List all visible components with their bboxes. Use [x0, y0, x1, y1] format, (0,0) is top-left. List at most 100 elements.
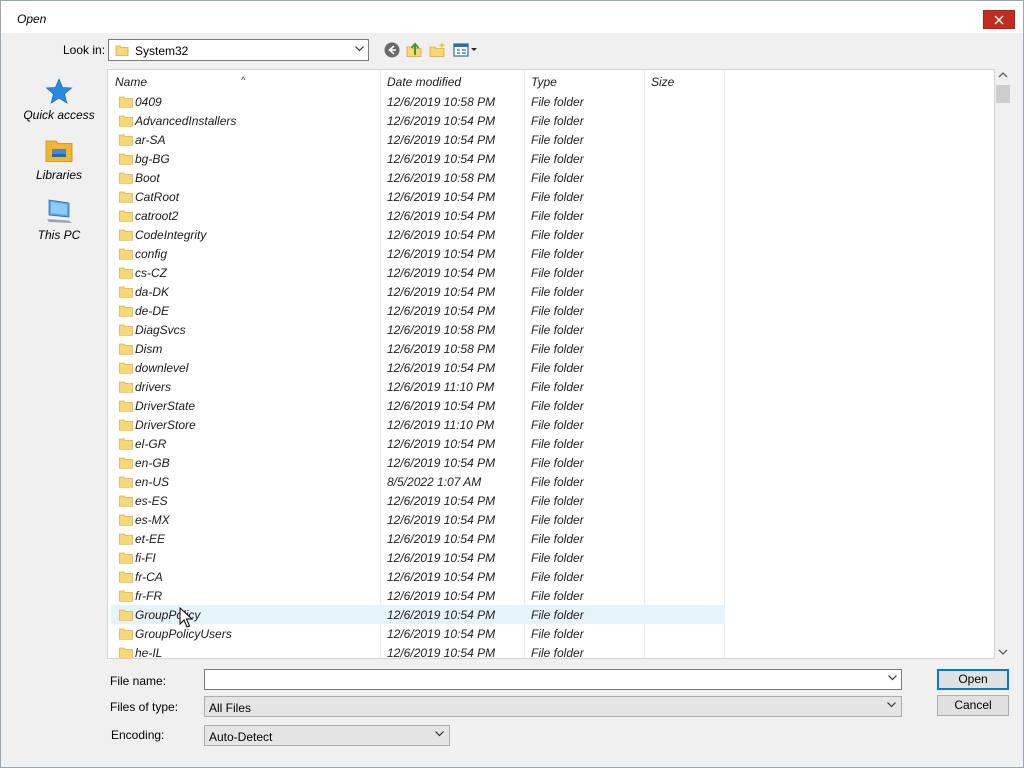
file-row[interactable]: fr-FR 12/6/2019 10:54 PM File folder	[111, 586, 725, 605]
place-this-pc[interactable]: This PC	[16, 197, 102, 242]
file-row[interactable]: DiagSvcs 12/6/2019 10:58 PM File folder	[111, 320, 725, 339]
cancel-button[interactable]: Cancel	[937, 695, 1009, 716]
scroll-up-icon[interactable]	[998, 71, 1008, 79]
file-row[interactable]: CatRoot 12/6/2019 10:54 PM File folder	[111, 187, 725, 206]
file-row[interactable]: downlevel 12/6/2019 10:54 PM File folder	[111, 358, 725, 377]
folder-icon	[119, 96, 133, 108]
file-name: cs-CZ	[135, 266, 167, 280]
file-row[interactable]: GroupPolicy 12/6/2019 10:54 PM File folder	[111, 605, 725, 624]
file-row[interactable]: he-IL 12/6/2019 10:54 PM File folder	[111, 643, 725, 659]
file-date-modified: 12/6/2019 10:54 PM	[387, 627, 496, 641]
file-date-modified: 12/6/2019 11:10 PM	[387, 380, 495, 394]
folder-icon	[119, 191, 133, 203]
file-name: es-MX	[135, 513, 170, 527]
file-type: File folder	[531, 532, 584, 546]
file-name: fr-FR	[135, 589, 163, 603]
file-row[interactable]: 0409 12/6/2019 10:58 PM File folder	[111, 92, 725, 111]
file-row[interactable]: AdvancedInstallers 12/6/2019 10:54 PM File…	[111, 111, 725, 130]
place-libraries[interactable]: Libraries	[16, 137, 102, 182]
column-name[interactable]: Name	[115, 75, 147, 89]
file-row[interactable]: fr-CA 12/6/2019 10:54 PM File folder	[111, 567, 725, 586]
file-row[interactable]: DriverState 12/6/2019 10:54 PM File folder	[111, 396, 725, 415]
open-dialog: Open Look in: System32 Quick access Libr…	[0, 0, 1024, 768]
file-type: File folder	[531, 95, 584, 109]
scroll-down-icon[interactable]	[998, 648, 1008, 656]
file-row[interactable]: en-US 8/5/2022 1:07 AM File folder	[111, 472, 725, 491]
file-row[interactable]: et-EE 12/6/2019 10:54 PM File folder	[111, 529, 725, 548]
vertical-scrollbar[interactable]	[995, 69, 1012, 659]
new-folder-icon[interactable]	[429, 41, 447, 59]
chevron-down-icon[interactable]	[888, 675, 897, 681]
close-icon	[994, 14, 1004, 25]
back-icon[interactable]	[383, 41, 401, 59]
file-row[interactable]: config 12/6/2019 10:54 PM File folder	[111, 244, 725, 263]
file-type: File folder	[531, 285, 584, 299]
place-quick-access[interactable]: Quick access	[16, 77, 102, 122]
file-name: el-GR	[135, 437, 167, 451]
encoding-select[interactable]: Auto-Detect	[204, 725, 450, 746]
look-in-combobox[interactable]: System32	[108, 39, 369, 61]
close-button[interactable]	[983, 10, 1015, 29]
file-list[interactable]: ^ Name Date modified Type Size 0409 12/6/…	[107, 69, 995, 659]
file-row[interactable]: en-GB 12/6/2019 10:54 PM File folder	[111, 453, 725, 472]
file-date-modified: 12/6/2019 10:54 PM	[387, 114, 496, 128]
file-date-modified: 12/6/2019 10:54 PM	[387, 532, 496, 546]
file-row[interactable]: es-ES 12/6/2019 10:54 PM File folder	[111, 491, 725, 510]
folder-icon	[119, 229, 133, 241]
folder-icon	[119, 324, 133, 336]
file-row[interactable]: bg-BG 12/6/2019 10:54 PM File folder	[111, 149, 725, 168]
column-date-modified[interactable]: Date modified	[387, 75, 461, 89]
folder-icon	[119, 400, 133, 412]
file-name: CodeIntegrity	[135, 228, 207, 242]
file-date-modified: 12/6/2019 10:54 PM	[387, 209, 496, 223]
file-type: File folder	[531, 589, 584, 603]
mouse-cursor-icon	[179, 607, 193, 628]
file-name: DriverState	[135, 399, 196, 413]
file-name: DriverStore	[135, 418, 196, 432]
title-bar[interactable]: Open	[1, 1, 1023, 33]
file-type-select[interactable]: All Files	[204, 696, 902, 717]
file-row[interactable]: ar-SA 12/6/2019 10:54 PM File folder	[111, 130, 725, 149]
file-type: File folder	[531, 456, 584, 470]
file-type: File folder	[531, 361, 584, 375]
file-name-input[interactable]	[207, 671, 877, 688]
file-name: he-IL	[135, 646, 163, 659]
file-date-modified: 12/6/2019 10:54 PM	[387, 361, 496, 375]
file-row[interactable]: el-GR 12/6/2019 10:54 PM File folder	[111, 434, 725, 453]
file-row[interactable]: fi-FI 12/6/2019 10:54 PM File folder	[111, 548, 725, 567]
file-row[interactable]: GroupPolicyUsers 12/6/2019 10:54 PM File f…	[111, 624, 725, 643]
file-date-modified: 12/6/2019 10:54 PM	[387, 399, 496, 413]
file-type: File folder	[531, 133, 584, 147]
file-row[interactable]: CodeIntegrity 12/6/2019 10:54 PM File fold…	[111, 225, 725, 244]
file-date-modified: 12/6/2019 10:58 PM	[387, 323, 496, 337]
file-type: File folder	[531, 418, 584, 432]
file-row[interactable]: Boot 12/6/2019 10:58 PM File folder	[111, 168, 725, 187]
file-type: File folder	[531, 152, 584, 166]
file-type: File folder	[531, 627, 584, 641]
column-header-row: ^ Name Date modified Type Size	[108, 70, 994, 658]
view-menu-button[interactable]	[453, 41, 479, 59]
folder-icon	[119, 438, 133, 450]
file-date-modified: 12/6/2019 10:54 PM	[387, 608, 496, 622]
file-row[interactable]: da-DK 12/6/2019 10:54 PM File folder	[111, 282, 725, 301]
up-folder-icon[interactable]	[405, 41, 423, 59]
folder-icon	[119, 305, 133, 317]
folder-icon	[119, 571, 133, 583]
file-row[interactable]: de-DE 12/6/2019 10:54 PM File folder	[111, 301, 725, 320]
file-row[interactable]: drivers 12/6/2019 11:10 PM File folder	[111, 377, 725, 396]
open-button[interactable]: Open	[937, 669, 1009, 690]
file-date-modified: 12/6/2019 10:54 PM	[387, 437, 496, 451]
file-name-combobox[interactable]	[204, 669, 902, 690]
file-row[interactable]: Dism 12/6/2019 10:58 PM File folder	[111, 339, 725, 358]
encoding-label: Encoding:	[111, 728, 165, 742]
file-date-modified: 12/6/2019 10:54 PM	[387, 646, 496, 659]
file-date-modified: 12/6/2019 10:54 PM	[387, 456, 496, 470]
scroll-thumb[interactable]	[996, 85, 1010, 103]
column-size[interactable]: Size	[651, 75, 674, 89]
file-row[interactable]: es-MX 12/6/2019 10:54 PM File folder	[111, 510, 725, 529]
file-date-modified: 12/6/2019 10:54 PM	[387, 304, 496, 318]
file-row[interactable]: cs-CZ 12/6/2019 10:54 PM File folder	[111, 263, 725, 282]
file-row[interactable]: DriverStore 12/6/2019 11:10 PM File folder	[111, 415, 725, 434]
file-row[interactable]: catroot2 12/6/2019 10:54 PM File folder	[111, 206, 725, 225]
column-type[interactable]: Type	[531, 75, 557, 89]
